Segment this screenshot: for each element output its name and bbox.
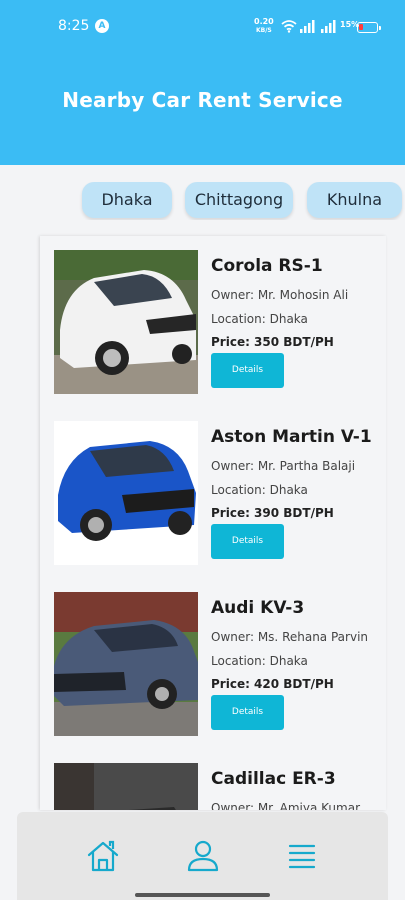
- car-card: Aston Martin V-1 Owner: Mr. Partha Balaj…: [40, 407, 386, 578]
- battery-icon: [357, 22, 381, 33]
- car-name: Corola RS-1: [211, 256, 323, 276]
- car-name: Audi KV-3: [211, 598, 305, 618]
- car-card: Corola RS-1 Owner: Mr. Mohosin Ali Locat…: [40, 236, 386, 407]
- page-title: Nearby Car Rent Service: [62, 88, 343, 112]
- net-speed: 0.20 KB/S: [254, 18, 274, 35]
- net-speed-value: 0.20: [254, 17, 274, 26]
- net-speed-unit: KB/S: [256, 27, 272, 34]
- car-price: Price: 390 BDT/PH: [211, 506, 334, 520]
- city-chip-dhaka[interactable]: Dhaka: [82, 182, 172, 218]
- car-price: Price: 350 BDT/PH: [211, 335, 334, 349]
- car-owner: Owner: Ms. Rehana Parvin: [211, 630, 369, 644]
- signal-icon: [321, 20, 336, 33]
- status-time: 8:25: [58, 18, 90, 34]
- details-button[interactable]: Details: [211, 524, 284, 559]
- details-button[interactable]: Details: [211, 353, 284, 388]
- menu-icon[interactable]: [285, 838, 321, 874]
- bottom-navigation: [17, 812, 388, 900]
- car-card: Cadillac ER-3 Owner: Mr. Amiya Kumar: [40, 749, 386, 810]
- car-owner: Owner: Mr. Mohosin Ali: [211, 288, 349, 302]
- wifi-icon: [281, 20, 297, 33]
- status-bar: 8:25 A 0.20 KB/S 15%: [0, 14, 405, 40]
- car-price: Price: 420 BDT/PH: [211, 677, 334, 691]
- accessibility-icon: A: [95, 19, 109, 33]
- signal-icon: [300, 20, 315, 33]
- car-location: Location: Dhaka: [211, 654, 308, 668]
- car-list[interactable]: Corola RS-1 Owner: Mr. Mohosin Ali Locat…: [40, 236, 386, 810]
- user-icon[interactable]: [185, 838, 221, 874]
- car-location: Location: Dhaka: [211, 483, 308, 497]
- details-button[interactable]: Details: [211, 695, 284, 730]
- city-filter: Dhaka Chittagong Khulna: [0, 182, 405, 220]
- app-header: 8:25 A 0.20 KB/S 15% Nearby Car Rent Ser…: [0, 0, 405, 165]
- car-image: [54, 763, 198, 810]
- home-indicator[interactable]: [135, 893, 270, 897]
- car-image: [54, 421, 198, 565]
- car-name: Aston Martin V-1: [211, 427, 372, 447]
- car-location: Location: Dhaka: [211, 312, 308, 326]
- car-card: Audi KV-3 Owner: Ms. Rehana Parvin Locat…: [40, 578, 386, 749]
- home-icon[interactable]: [85, 838, 121, 874]
- car-name: Cadillac ER-3: [211, 769, 336, 789]
- city-chip-chittagong[interactable]: Chittagong: [185, 182, 293, 218]
- car-owner: Owner: Mr. Partha Balaji: [211, 459, 356, 473]
- car-image: [54, 250, 198, 394]
- car-image: [54, 592, 198, 736]
- city-chip-khulna[interactable]: Khulna: [307, 182, 402, 218]
- car-owner: Owner: Mr. Amiya Kumar: [211, 801, 360, 810]
